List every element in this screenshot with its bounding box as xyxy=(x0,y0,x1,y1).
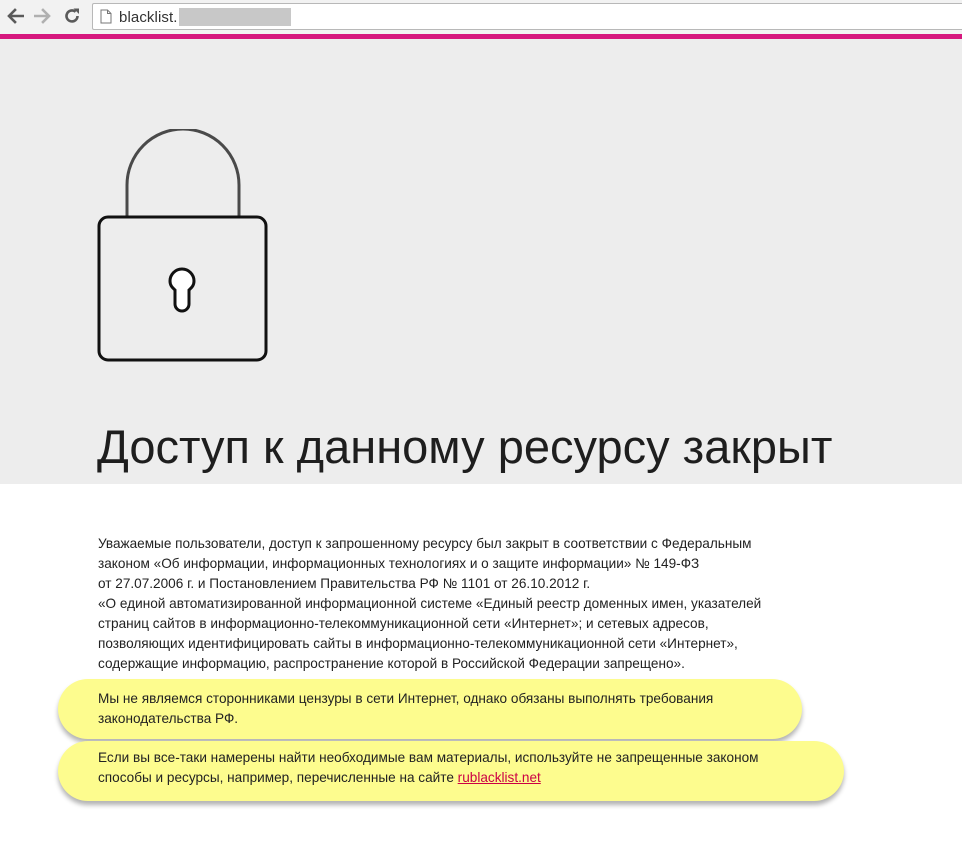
url-text: blacklist. xyxy=(119,9,178,26)
censorship-callout: Мы не являемся сторонниками цензуры в се… xyxy=(58,679,802,739)
page-title: Доступ к данному ресурсу закрыт xyxy=(97,420,833,473)
page-icon xyxy=(100,9,112,24)
browser-toolbar: blacklist. xyxy=(0,0,962,35)
hero-section: Доступ к данному ресурсу закрыт xyxy=(0,39,962,484)
notice-line: «О единой автоматизированной информацион… xyxy=(98,596,762,611)
callout-text: Если вы все-таки намерены найти необходи… xyxy=(98,750,759,765)
callout-text: Мы не являемся сторонниками цензуры в се… xyxy=(98,691,714,706)
alternatives-callout: Если вы все-таки намерены найти необходи… xyxy=(58,741,844,801)
callout-text: способы и ресурсы, например, перечисленн… xyxy=(98,770,458,785)
address-bar[interactable]: blacklist. xyxy=(92,3,962,30)
reload-icon xyxy=(65,8,79,23)
arrow-left-icon xyxy=(7,8,24,24)
notice-line: законом «Об информации, информационных т… xyxy=(98,556,700,571)
notice-line: от 27.07.2006 г. и Постановлением Правит… xyxy=(98,576,591,591)
notice-line: страниц сайтов в информационно-телекомму… xyxy=(98,616,709,631)
notice-text: Уважаемые пользователи, доступ к запроше… xyxy=(98,534,818,674)
callout-line-with-link: способы и ресурсы, например, перечисленн… xyxy=(98,768,844,788)
forward-button[interactable] xyxy=(32,5,54,27)
notice-line: Уважаемые пользователи, доступ к запроше… xyxy=(98,536,752,551)
reload-button[interactable] xyxy=(61,5,83,27)
padlock-icon xyxy=(97,129,268,362)
url-redaction xyxy=(179,8,291,26)
back-button[interactable] xyxy=(4,5,26,27)
notice-line: позволяющих идентифицировать сайты в инф… xyxy=(98,636,738,651)
arrow-right-icon xyxy=(34,8,51,24)
callout-text: законодательства РФ. xyxy=(98,711,239,726)
rublacklist-link[interactable]: rublacklist.net xyxy=(458,770,541,785)
notice-line: содержащие информацию, распространение к… xyxy=(98,656,685,671)
